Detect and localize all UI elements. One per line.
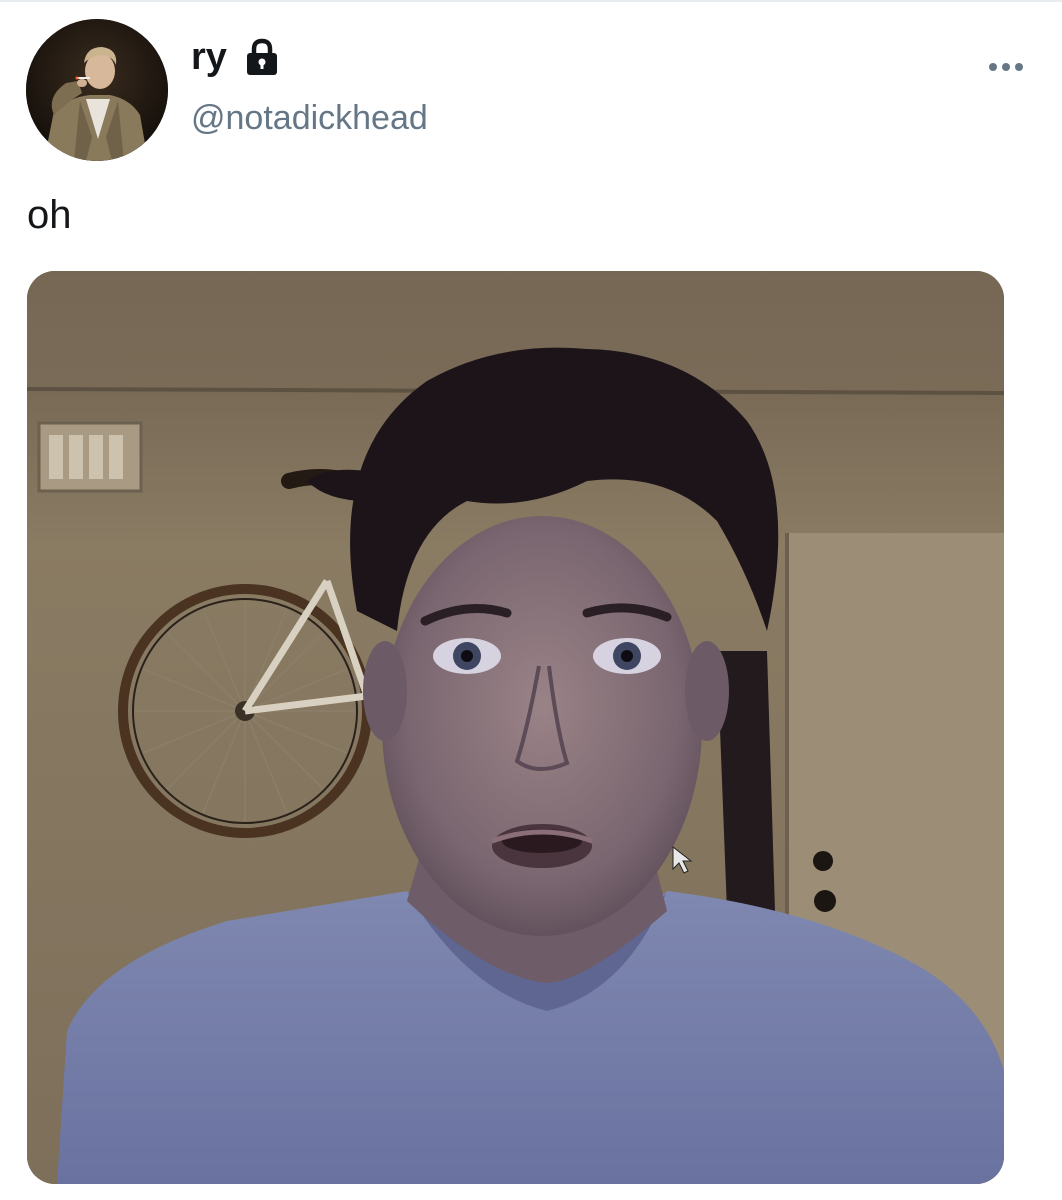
avatar[interactable] xyxy=(26,19,168,161)
tweet-card: ry @notadickhead oh xyxy=(0,0,1062,1200)
display-name-row: ry xyxy=(191,33,279,81)
webcam-photo xyxy=(27,271,1004,1184)
more-options-icon[interactable] xyxy=(984,56,1028,78)
tweet-media-photo[interactable] xyxy=(27,271,1004,1184)
display-name[interactable]: ry xyxy=(191,33,227,81)
user-handle[interactable]: @notadickhead xyxy=(191,96,428,140)
tweet-text: oh xyxy=(27,193,72,237)
lock-icon xyxy=(245,38,279,76)
avatar-image xyxy=(26,19,168,161)
top-divider xyxy=(0,0,1062,2)
